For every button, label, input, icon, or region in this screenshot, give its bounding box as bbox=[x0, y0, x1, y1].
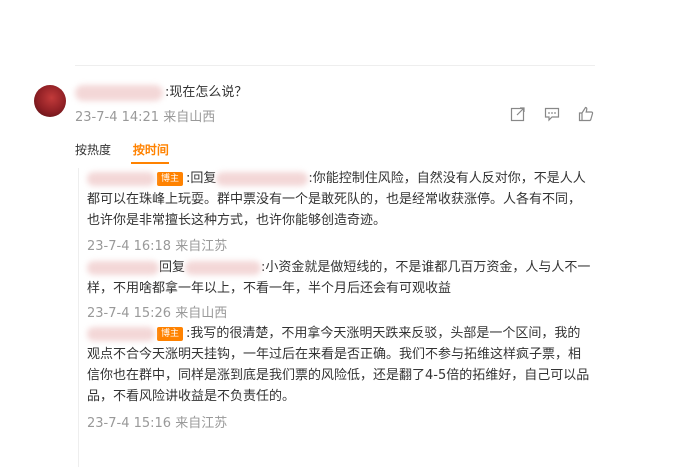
blurred-username[interactable] bbox=[75, 84, 163, 101]
comment-meta: 23-7-4 14:21 来自山西 bbox=[75, 110, 216, 125]
comment-line: :现在怎么说？ bbox=[75, 81, 247, 101]
comment-actions bbox=[510, 106, 594, 122]
blurred-username[interactable] bbox=[87, 171, 155, 186]
sort-by-time[interactable]: 按时间 bbox=[133, 143, 169, 157]
reply-prefix: 回复 bbox=[159, 260, 186, 275]
blurred-username[interactable] bbox=[87, 260, 159, 275]
sort-by-hot[interactable]: 按热度 bbox=[75, 143, 111, 157]
thumbs-up-icon[interactable] bbox=[578, 106, 594, 122]
reply-item: 博主:回复:你能控制住风险，自然没有人反对你，不是人人都可以在珠峰上玩耍。群中票… bbox=[87, 168, 592, 231]
sort-tabs: 按热度 按时间 bbox=[75, 141, 169, 158]
author-badge: 博主 bbox=[157, 171, 184, 186]
active-tab-underline bbox=[131, 162, 169, 164]
reply-meta: 23-7-4 15:16 来自江苏 bbox=[87, 416, 228, 431]
reply-prefix: :回复 bbox=[186, 171, 217, 186]
top-divider bbox=[75, 65, 595, 66]
blurred-mention[interactable] bbox=[216, 171, 309, 186]
reply-item: 博主:我写的很清楚，不用拿今天涨明天跌来反驳，头部是一个区间，我的观点不合今天涨… bbox=[87, 323, 592, 407]
reply-meta: 23-7-4 16:18 来自江苏 bbox=[87, 239, 228, 254]
reply-meta: 23-7-4 15:26 来自山西 bbox=[87, 306, 228, 321]
reply-item: 回复:小资金就是做短线的，不是谁都几百万资金，人与人不一样，不用啥都拿一年以上，… bbox=[87, 257, 592, 299]
comment-icon[interactable] bbox=[544, 106, 560, 122]
blurred-mention[interactable] bbox=[185, 260, 262, 275]
comment-text: :现在怎么说？ bbox=[165, 85, 248, 100]
blurred-username[interactable] bbox=[87, 326, 155, 341]
share-icon[interactable] bbox=[510, 106, 526, 122]
author-badge: 博主 bbox=[157, 326, 184, 341]
reply-list: 博主:回复:你能控制住风险，自然没有人反对你，不是人人都可以在珠峰上玩耍。群中票… bbox=[78, 168, 599, 467]
avatar[interactable] bbox=[34, 85, 66, 117]
